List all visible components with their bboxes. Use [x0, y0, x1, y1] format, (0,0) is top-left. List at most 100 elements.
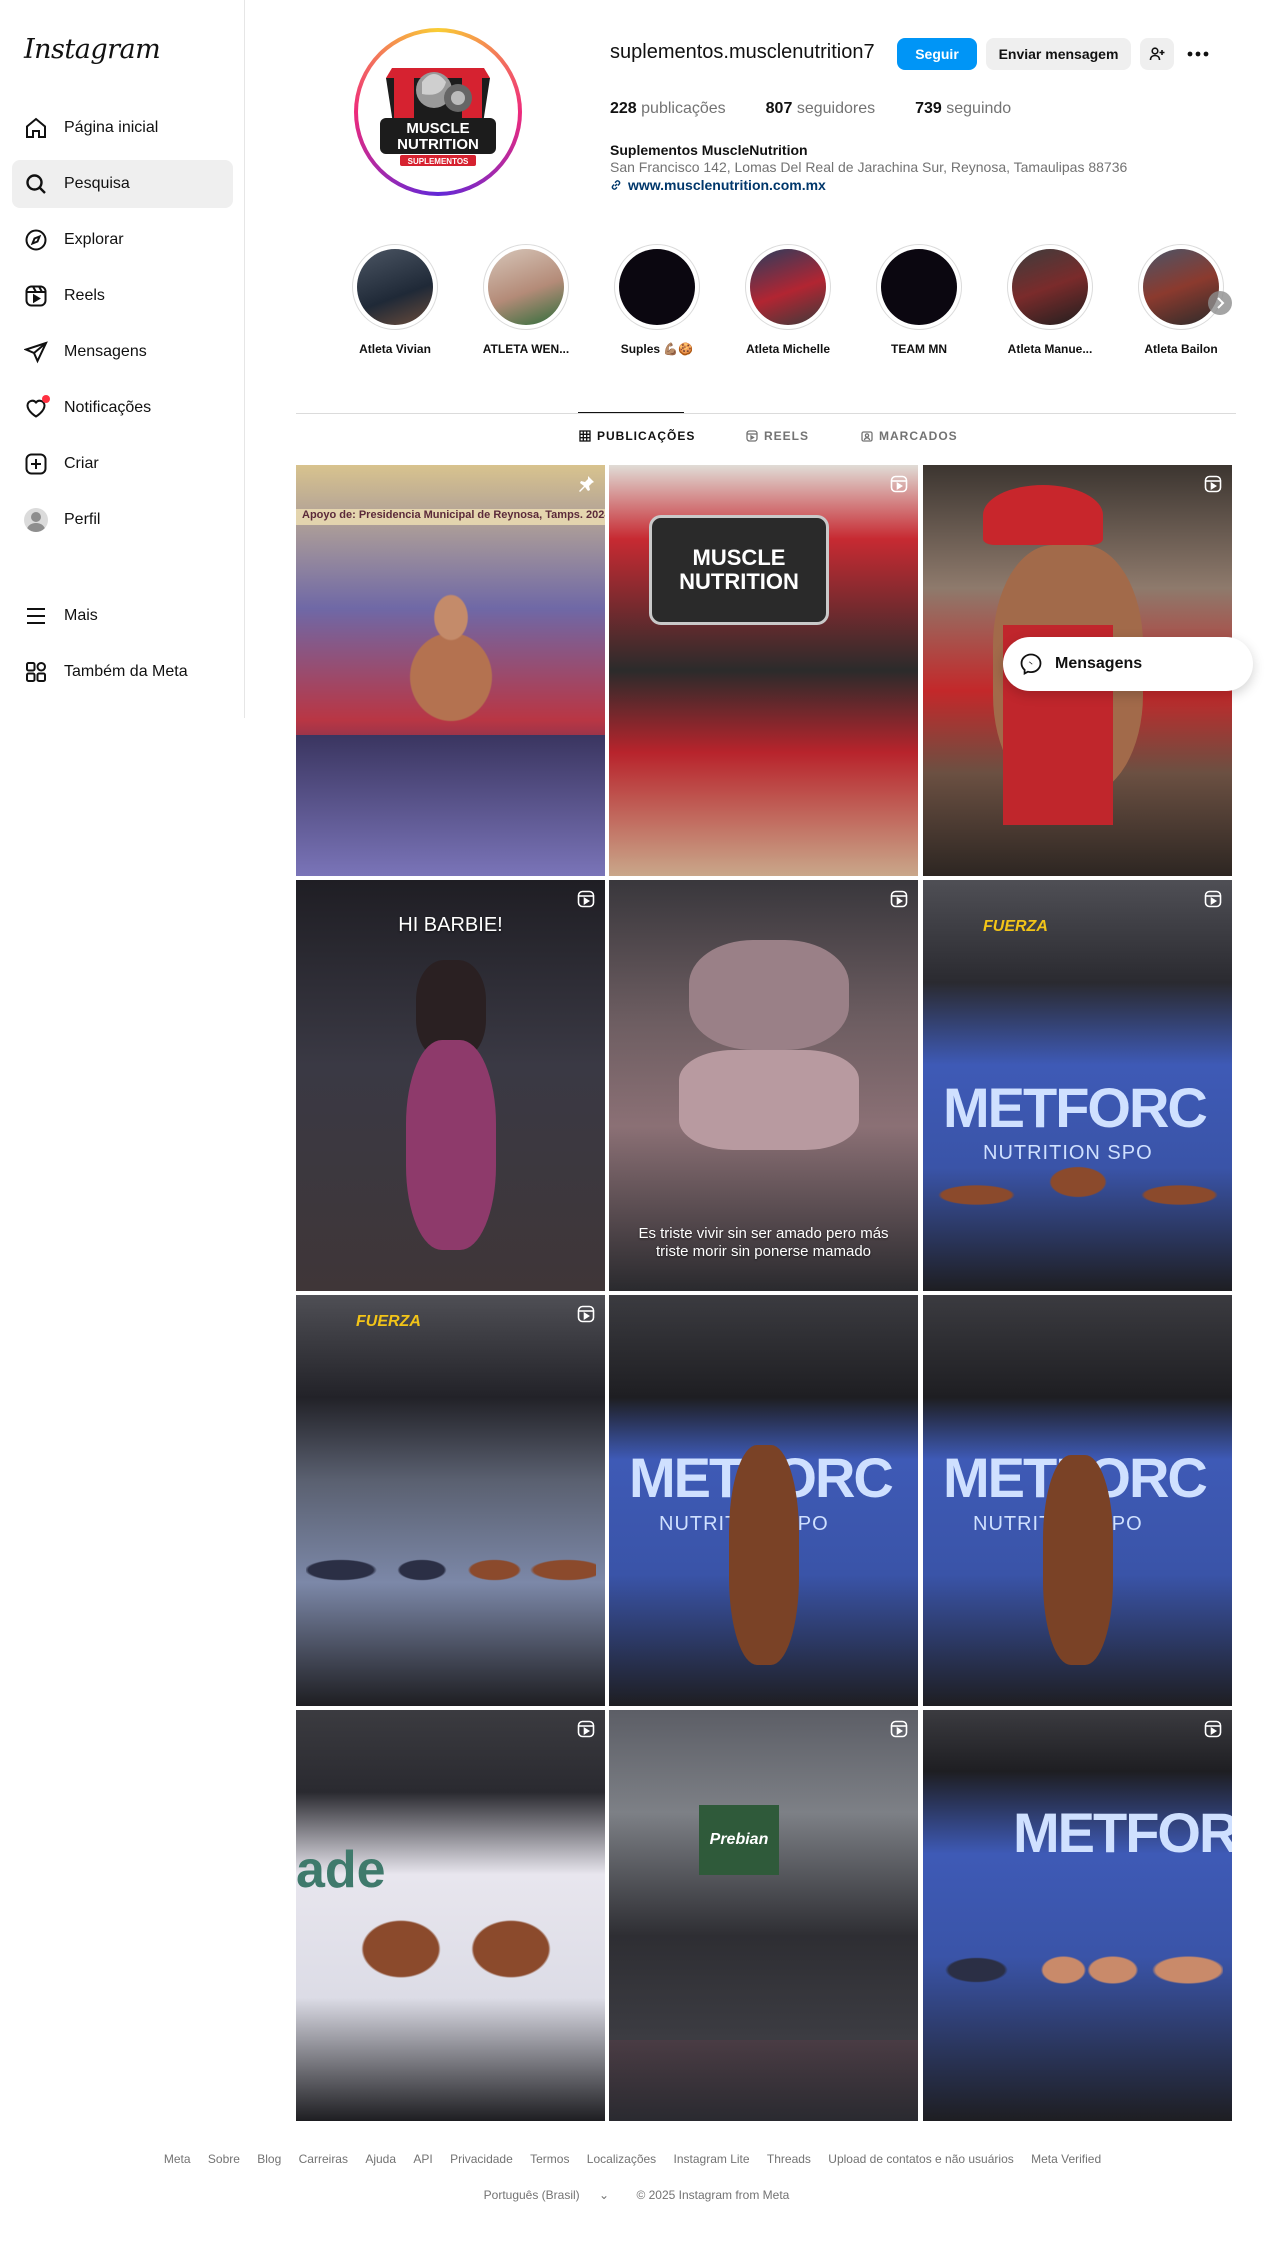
compass-icon — [25, 229, 47, 251]
footer-link[interactable]: Threads — [767, 2152, 811, 2166]
footer-link[interactable]: Sobre — [208, 2152, 240, 2166]
brand-logo: MUSCLE NUTRITION SUPLEMENTOS — [364, 38, 512, 186]
tab-posts[interactable]: PUBLICAÇÕES — [579, 429, 695, 443]
profile-avatar[interactable]: MUSCLE NUTRITION SUPLEMENTOS — [354, 28, 522, 196]
logo-text-muscle: MUSCLE — [406, 120, 469, 137]
followers-count[interactable]: 807 seguidores — [766, 100, 875, 118]
post-tile[interactable]: METFORC NUTRITION SPO — [923, 1295, 1232, 1706]
highlight-item[interactable]: ATLETA WEN... — [471, 244, 581, 356]
highlight-cover — [881, 249, 957, 325]
highlights-next-button[interactable] — [1208, 291, 1232, 315]
sidebar-item-more[interactable]: Mais — [12, 592, 233, 640]
messages-floating-button[interactable]: Mensagens — [1003, 637, 1253, 691]
post-tile[interactable]: HI BARBIE! — [296, 880, 605, 1291]
sidebar-item-messages[interactable]: Mensagens — [12, 328, 233, 376]
post-tile[interactable]: MUSCLE NUTRITION — [609, 465, 918, 876]
sidebar-item-profile[interactable]: Perfil — [12, 496, 233, 544]
highlight-cover — [750, 249, 826, 325]
highlight-item[interactable]: Suples 💪🏽🍪 — [602, 244, 712, 356]
post-tile[interactable]: FUERZA — [296, 1295, 605, 1706]
reels-icon — [746, 430, 758, 442]
footer-link[interactable]: Termos — [530, 2152, 569, 2166]
sidebar-secondary: Mais Também da Meta — [12, 592, 233, 704]
footer-link[interactable]: Blog — [257, 2152, 281, 2166]
posts-count: 228 publicações — [610, 100, 726, 117]
profile-tabs: PUBLICAÇÕES REELS MARCADOS — [0, 429, 1265, 449]
highlight-label: Suples 💪🏽🍪 — [620, 342, 694, 356]
footer-link[interactable]: API — [413, 2152, 432, 2166]
sidebar-item-label: Criar — [64, 455, 99, 472]
post-tile[interactable]: Prebian — [609, 1710, 918, 2121]
muscle-nutrition-logo-icon: MUSCLE NUTRITION SUPLEMENTOS — [368, 42, 508, 182]
highlight-label: ATLETA WEN... — [482, 342, 570, 356]
post-tile[interactable]: ade — [296, 1710, 605, 2121]
story-highlights: Atleta Vivian ATLETA WEN... Suples 💪🏽🍪 A… — [340, 244, 1240, 364]
post-fuerza-text: FUERZA — [983, 918, 1048, 935]
sidebar-item-label: Reels — [64, 287, 105, 304]
sidebar-item-label: Perfil — [64, 511, 101, 528]
highlight-cover — [357, 249, 433, 325]
profile-stats: 228 publicações 807 seguidores 739 segui… — [610, 100, 1011, 118]
chevron-right-icon — [1217, 297, 1225, 309]
highlight-item[interactable]: Atleta Vivian — [340, 244, 450, 356]
reel-icon — [890, 890, 908, 908]
profile-address: San Francisco 142, Lomas Del Real de Jar… — [610, 159, 1128, 175]
profile-website-link[interactable]: www.musclenutrition.com.mx — [610, 177, 826, 193]
footer-link[interactable]: Instagram Lite — [674, 2152, 750, 2166]
following-count[interactable]: 739 seguindo — [915, 100, 1011, 118]
sidebar-item-meta[interactable]: Também da Meta — [12, 648, 233, 696]
more-horizontal-icon — [1187, 51, 1209, 57]
footer-link[interactable]: Upload de contatos e não usuários — [828, 2152, 1013, 2166]
avatar — [24, 508, 48, 532]
tab-reels[interactable]: REELS — [746, 429, 809, 443]
sidebar-item-notifications[interactable]: Notificações — [12, 384, 233, 432]
apps-icon — [26, 662, 46, 682]
more-options-button[interactable] — [1182, 38, 1214, 70]
instagram-logo[interactable]: Instagram — [24, 34, 161, 65]
footer-bottom: Português (Brasil) ⌄ © 2025 Instagram fr… — [0, 2188, 1265, 2202]
sidebar-item-home[interactable]: Página inicial — [12, 104, 233, 152]
reel-icon — [1204, 1720, 1222, 1738]
footer-link[interactable]: Ajuda — [365, 2152, 396, 2166]
active-tab-indicator — [578, 412, 684, 413]
highlight-item[interactable]: Atleta Michelle — [733, 244, 843, 356]
post-tile[interactable]: Apoyo de: Presidencia Municipal de Reyno… — [296, 465, 605, 876]
follow-button[interactable]: Seguir — [897, 38, 977, 70]
send-message-button[interactable]: Enviar mensagem — [986, 38, 1131, 70]
sidebar-nav: Página inicial Pesquisa Explorar Reels M… — [12, 104, 233, 552]
logo-text-nutrition: NUTRITION — [397, 136, 479, 153]
post-tile[interactable]: FUERZA METFORC NUTRITION SPO — [923, 880, 1232, 1291]
sidebar-item-label: Pesquisa — [64, 175, 130, 192]
footer-link[interactable]: Meta Verified — [1031, 2152, 1101, 2166]
sidebar-item-reels[interactable]: Reels — [12, 272, 233, 320]
sidebar-item-search[interactable]: Pesquisa — [12, 160, 233, 208]
post-fuerza-text: FUERZA — [356, 1313, 421, 1330]
home-icon — [26, 117, 46, 138]
reel-icon — [577, 1305, 595, 1323]
post-tile[interactable]: Es triste vivir sin ser amado pero más t… — [609, 880, 918, 1291]
post-prebian-banner: Prebian — [699, 1805, 779, 1875]
grid-icon — [579, 430, 591, 442]
sidebar-item-explore[interactable]: Explorar — [12, 216, 233, 264]
highlight-item[interactable]: TEAM MN — [864, 244, 974, 356]
post-tile[interactable]: METFORC NUTRITION SPO — [609, 1295, 918, 1706]
reel-icon — [577, 1720, 595, 1738]
footer-link[interactable]: Localizações — [587, 2152, 656, 2166]
reels-icon — [25, 285, 47, 307]
highlight-label: Atleta Vivian — [359, 342, 431, 356]
post-caption: HI BARBIE! — [398, 914, 503, 936]
highlight-label: TEAM MN — [891, 342, 947, 356]
post-caption: Es triste vivir sin ser amado pero más t… — [638, 1225, 889, 1260]
highlight-cover — [1012, 249, 1088, 325]
sidebar-item-label: Mais — [64, 607, 98, 624]
suggest-user-button[interactable] — [1140, 38, 1174, 70]
footer-link[interactable]: Privacidade — [450, 2152, 513, 2166]
footer-link[interactable]: Meta — [164, 2152, 191, 2166]
post-tile[interactable]: METFORC — [923, 1710, 1232, 2121]
footer-link[interactable]: Carreiras — [299, 2152, 348, 2166]
tab-tagged[interactable]: MARCADOS — [861, 429, 958, 443]
profile-username: suplementos.musclenutrition7 — [610, 41, 875, 63]
reel-icon — [1204, 475, 1222, 493]
highlight-item[interactable]: Atleta Manue... — [995, 244, 1105, 356]
language-selector[interactable]: Português (Brasil) ⌄ — [476, 2188, 617, 2202]
